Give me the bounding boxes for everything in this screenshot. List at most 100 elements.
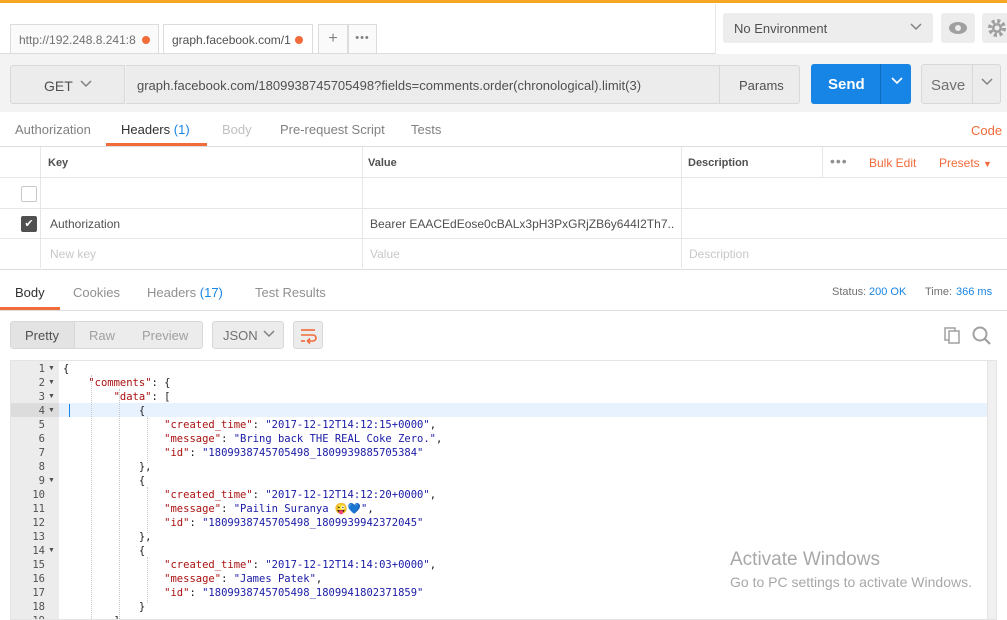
json-punct: } [63,601,146,613]
status-value[interactable]: 200 OK [869,286,906,298]
fold-arrow-icon[interactable]: ▼ [48,404,55,418]
environment-label: No Environment [734,21,828,36]
preview-button[interactable]: Preview [142,328,188,343]
method-select[interactable]: GET [10,65,125,104]
raw-button[interactable]: Raw [89,328,115,343]
search-icon[interactable] [971,325,993,345]
header-row-checkbox[interactable] [21,186,37,202]
json-punct: , [429,559,437,571]
json-key: "created_time" [164,489,253,501]
json-key: "created_time" [164,419,253,431]
request-tab-1-label: http://192.248.8.241:8 [19,33,136,47]
tab-body[interactable]: Body [222,122,252,137]
column-divider [362,147,363,268]
json-key: "data" [113,391,152,403]
json-punct: : [189,517,203,529]
column-divider [40,147,41,268]
wrap-lines-button[interactable] [293,321,323,349]
code-line: "created_time": "2017-12-12T14:12:20+000… [63,488,436,502]
vertical-scrollbar[interactable] [987,361,996,619]
request-tabs-divider [0,146,1007,147]
code-link[interactable]: Code [971,123,1002,138]
chevron-down-icon[interactable] [890,74,904,88]
tab-authorization[interactable]: Authorization [15,122,91,137]
new-value-input[interactable]: Value [370,247,400,261]
active-line-highlight [59,403,989,417]
send-button[interactable]: Send [811,64,911,104]
tab-headers-label: Headers [121,122,171,137]
json-string: "2017-12-12T14:14:03+0000" [265,559,430,571]
send-divider [880,64,881,104]
fold-arrow-icon[interactable]: ▼ [48,362,55,376]
tab-headers[interactable]: Headers (1) [121,122,190,137]
presets-dropdown[interactable]: Presets ▼ [939,156,992,170]
eye-icon [949,22,967,34]
request-tab-2-label: graph.facebook.com/1 [172,33,291,47]
line-number: 2 [38,377,45,389]
more-icon[interactable]: ••• [830,153,848,169]
json-string: "Bring back THE REAL Coke Zero." [233,433,437,445]
json-key: "message" [164,573,222,585]
fold-arrow-icon[interactable]: ▼ [48,544,55,558]
status-label: Status: [832,286,867,298]
line-number: 4 [38,405,45,417]
tab-prerequest-script[interactable]: Pre-request Script [280,122,385,137]
code-line: { [63,474,145,488]
code-line: "id": "1809938745705498_1809939885705384… [63,446,423,460]
json-key: "created_time" [164,559,253,571]
format-select[interactable]: JSON [212,321,284,349]
environment-divider [715,4,716,54]
tab-response-cookies[interactable]: Cookies [73,285,120,300]
format-label: JSON [223,328,258,343]
params-button[interactable]: Params [719,65,800,104]
url-input[interactable]: graph.facebook.com/1809938745705498?fiel… [126,65,720,104]
table-row-divider [0,238,1007,239]
line-number: 1 [38,363,45,375]
code-line: "created_time": "2017-12-12T14:12:15+000… [63,418,436,432]
bulk-edit-link[interactable]: Bulk Edit [869,156,916,170]
time-value[interactable]: 366 ms [956,286,992,298]
tab-options-button[interactable]: ••• [348,24,377,53]
header-value-cell[interactable]: Bearer EAACEdEose0cBALx3pH3PxGRjZB6y644I… [370,217,675,231]
request-tab-2[interactable]: graph.facebook.com/1 [163,24,313,53]
fold-arrow-icon[interactable]: ▼ [48,390,55,404]
code-line: "message": "James Patek", [63,572,322,586]
pretty-button[interactable]: Pretty [25,328,59,343]
header-key-cell[interactable]: Authorization [50,217,355,231]
chevron-down-icon[interactable] [980,75,994,89]
json-string: "1809938745705498_1809939942372045" [202,517,424,529]
chevron-down-icon [263,330,275,338]
method-label: GET [44,78,73,94]
request-tab-1[interactable]: http://192.248.8.241:8 [10,24,159,53]
code-line: }, [63,530,152,544]
json-punct: { [63,475,146,487]
copy-icon[interactable] [942,325,962,345]
line-number: 15 [32,559,45,571]
line-number: 12 [32,517,45,529]
new-tab-button[interactable]: + [318,24,348,53]
tab-headers-count: (1) [173,122,190,137]
column-divider [681,147,682,268]
tab-response-headers[interactable]: Headers (17) [147,285,223,300]
unsaved-dot-icon [295,36,303,44]
tab-tests[interactable]: Tests [411,122,441,137]
save-button[interactable]: Save [921,64,1001,104]
fold-arrow-icon[interactable]: ▼ [48,376,55,390]
environment-quick-look-button[interactable] [941,13,975,43]
manage-environments-button[interactable] [982,13,1007,43]
header-row-checkbox[interactable]: ✔ [21,216,37,232]
tab-response-body[interactable]: Body [15,285,45,300]
new-key-input[interactable]: New key [50,247,96,261]
code-line: { [63,544,145,558]
json-punct: : [221,573,234,585]
json-punct: : [252,489,266,501]
code-line: }, [63,460,152,474]
environment-select[interactable]: No Environment [723,13,933,43]
code-line: { [63,404,145,418]
unsaved-dot-icon [142,36,150,44]
tab-test-results[interactable]: Test Results [255,285,326,300]
json-punct [63,573,164,585]
fold-arrow-icon[interactable]: ▼ [48,474,55,488]
new-description-input[interactable]: Description [689,247,749,261]
chevron-down-icon [910,23,922,31]
